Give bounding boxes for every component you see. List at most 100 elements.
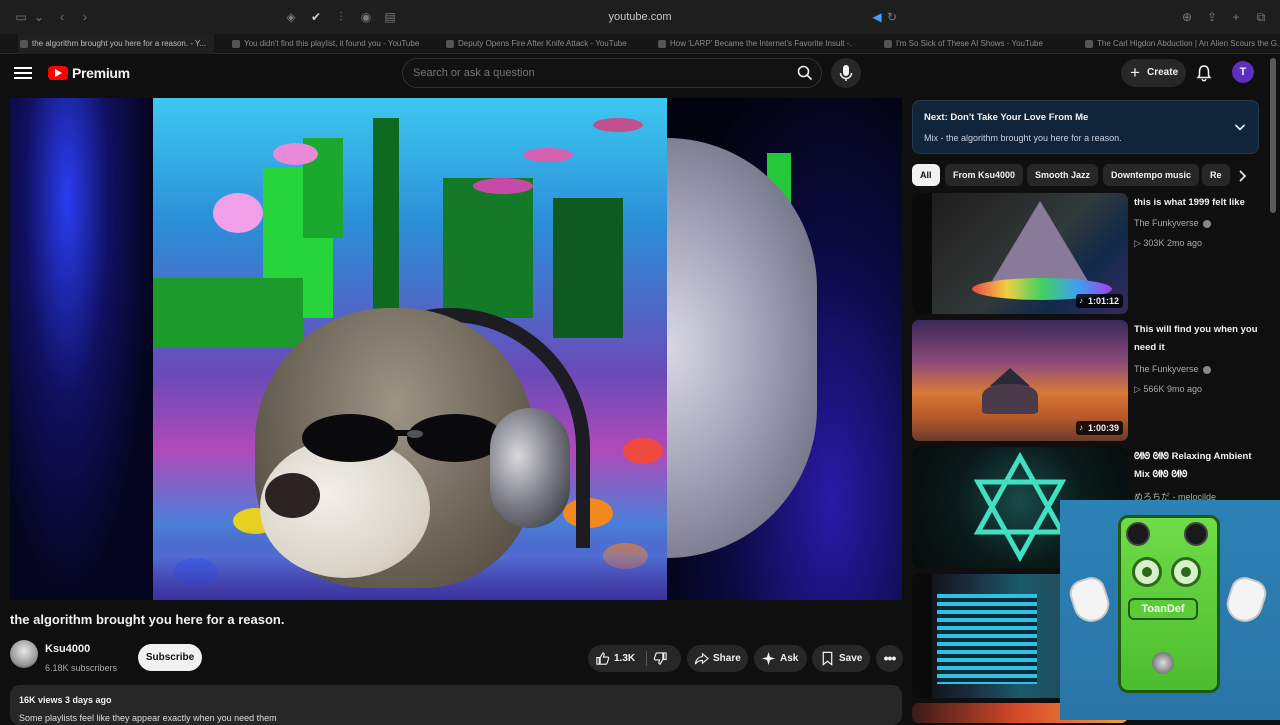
menu-icon[interactable] (14, 64, 32, 82)
notifications-bell-icon[interactable] (1195, 64, 1213, 82)
video-duration: 1:00:39 (1075, 421, 1123, 435)
subscribe-button[interactable]: Subscribe (138, 644, 202, 671)
extension-icon-2[interactable]: ⫶ (334, 10, 348, 24)
recommendation-channel[interactable]: The Funkyverse (1134, 218, 1211, 228)
recommendation-title[interactable]: This will find you when you need it (1134, 321, 1259, 357)
page-scrollbar[interactable] (1270, 58, 1276, 213)
sidebar-toggle-icon[interactable]: ▭ (14, 10, 28, 24)
like-count: 1.3K (614, 653, 636, 664)
playstation-spine (912, 193, 932, 314)
channel-name[interactable]: Ksu4000 (45, 643, 90, 655)
share-label: Share (713, 653, 741, 664)
ask-label: Ask (780, 653, 799, 664)
create-button[interactable]: Create (1121, 59, 1186, 87)
sparkle-icon (761, 651, 776, 666)
extension-icon-3[interactable]: ◉ (359, 10, 373, 24)
chip-from-ksu4000[interactable]: From Ksu4000 (945, 164, 1024, 186)
checkmark-extension-icon[interactable]: ✔ (309, 10, 323, 24)
like-divider (646, 651, 647, 666)
extension-icon[interactable]: ◈ (284, 10, 298, 24)
pedal-knob (1126, 522, 1150, 546)
chip-downtempo-music[interactable]: Downtempo music (1103, 164, 1200, 186)
share-button[interactable]: Share (687, 645, 748, 672)
channel-name-text: The Funkyverse (1134, 218, 1199, 228)
more-actions-button[interactable]: ••• (876, 645, 903, 672)
tab-bar: the algorithm brought you here for a rea… (0, 34, 1280, 54)
youtube-premium-logo[interactable]: Premium (48, 63, 130, 83)
thumbs-down-icon[interactable] (653, 651, 668, 666)
address-bar[interactable]: youtube.com (400, 6, 880, 28)
castle-tower (553, 198, 623, 338)
recommendation-title[interactable]: ᘛᘚ ᘛᘚ Relaxing Ambient Mix ᘛᘚ ᘛᘚ (1134, 448, 1259, 484)
bookmark-icon (822, 651, 833, 666)
recommendation-stats: ▷ 566K 9mo ago (1134, 384, 1202, 394)
voice-search-button[interactable] (831, 58, 861, 88)
pedal-knob (1184, 522, 1208, 546)
search-icon[interactable] (797, 65, 813, 81)
fish (473, 178, 533, 194)
chevron-down-icon[interactable]: ⌄ (32, 10, 46, 24)
dog-nose (265, 473, 320, 518)
chip-partial[interactable]: Re (1202, 164, 1230, 186)
recommendation-title[interactable]: this is what 1999 felt like (1134, 194, 1259, 212)
share-icon (694, 652, 709, 665)
tab-1[interactable]: the algorithm brought you here for a rea… (18, 34, 214, 54)
goldfish (623, 438, 663, 464)
fish (593, 118, 643, 132)
headphone-earcup (490, 408, 570, 528)
chevron-right-icon[interactable] (1235, 169, 1249, 183)
view-count-date: 16K views 3 days ago (19, 695, 112, 705)
tab-3[interactable]: Deputy Opens Fire After Knife Attack - Y… (444, 34, 640, 54)
reload-icon[interactable]: ↻ (885, 10, 899, 24)
recommendation-channel[interactable]: The Funkyverse (1134, 364, 1211, 374)
description-text: Some playlists feel like they appear exa… (19, 713, 277, 723)
pedal-footswitch (1152, 652, 1174, 674)
reader-icon[interactable]: ▤ (383, 10, 397, 24)
figure-art (982, 384, 1038, 414)
mix-title: Mix - the algorithm brought you here for… (924, 133, 1122, 143)
audio-icon[interactable]: ◀ (870, 10, 884, 24)
tab-2[interactable]: You didn't find this playlist, it found … (230, 34, 425, 54)
recommendation-stats: ▷ 303K 2mo ago (1134, 238, 1202, 248)
download-icon[interactable]: ⊕ (1180, 10, 1194, 24)
search-input[interactable] (413, 59, 773, 87)
up-next-mix-panel[interactable]: Next: Don't Take Your Love From Me Mix -… (912, 100, 1259, 154)
save-label: Save (839, 653, 863, 664)
like-dislike-group: 1.3K (588, 645, 681, 672)
video-title: the algorithm brought you here for a rea… (10, 612, 285, 627)
recommendation-thumbnail[interactable]: 1:00:39 (912, 320, 1128, 441)
more-horizontal-icon: ••• (883, 650, 897, 666)
forward-icon[interactable]: › (78, 10, 92, 24)
back-icon[interactable]: ‹ (55, 10, 69, 24)
tab-overview-icon[interactable]: ⧉ (1254, 10, 1268, 24)
ask-button[interactable]: Ask (754, 645, 807, 672)
chip-all[interactable]: All (912, 164, 940, 186)
browser-toolbar: ▭ ⌄ ‹ › ◈ ✔ ⫶ ◉ ▤ youtube.com ◀ ↻ ⊕ ⇪ + … (0, 0, 1280, 34)
account-avatar[interactable]: T (1232, 61, 1254, 83)
tab-6[interactable]: The Carl Higdon Abduction | An Alien Sco… (1083, 34, 1280, 54)
channel-avatar[interactable] (10, 640, 38, 668)
filter-chips: All From Ksu4000 Smooth Jazz Downtempo m… (912, 164, 1247, 186)
pedal-label: ToanDef (1128, 598, 1198, 620)
chip-smooth-jazz[interactable]: Smooth Jazz (1027, 164, 1099, 186)
share-browser-icon[interactable]: ⇪ (1205, 10, 1219, 24)
tab-4[interactable]: How 'LARP' Became the Internet's Favorit… (656, 34, 852, 54)
video-player[interactable] (10, 98, 902, 600)
chevron-down-icon[interactable] (1234, 121, 1246, 133)
logo-text: Premium (72, 65, 130, 81)
like-button[interactable]: 1.3K (588, 645, 646, 672)
recommendation-thumbnail[interactable]: 1:01:12 (912, 193, 1128, 314)
fish (273, 143, 318, 165)
description-box[interactable]: 16K views 3 days ago Some playlists feel… (10, 685, 902, 725)
sunglasses (302, 414, 503, 462)
youtube-logo-icon (48, 66, 68, 80)
new-tab-icon[interactable]: + (1229, 10, 1243, 24)
search-box[interactable] (402, 58, 822, 88)
tab-5[interactable]: I'm So Sick of These AI Shows - YouTube (882, 34, 1068, 54)
pedal-eye (1132, 557, 1162, 587)
bars-art (937, 594, 1037, 684)
save-button[interactable]: Save (812, 645, 870, 672)
pedal-eye (1171, 557, 1201, 587)
next-video-title: Next: Don't Take Your Love From Me (924, 112, 1089, 123)
castle-tower (443, 178, 533, 318)
